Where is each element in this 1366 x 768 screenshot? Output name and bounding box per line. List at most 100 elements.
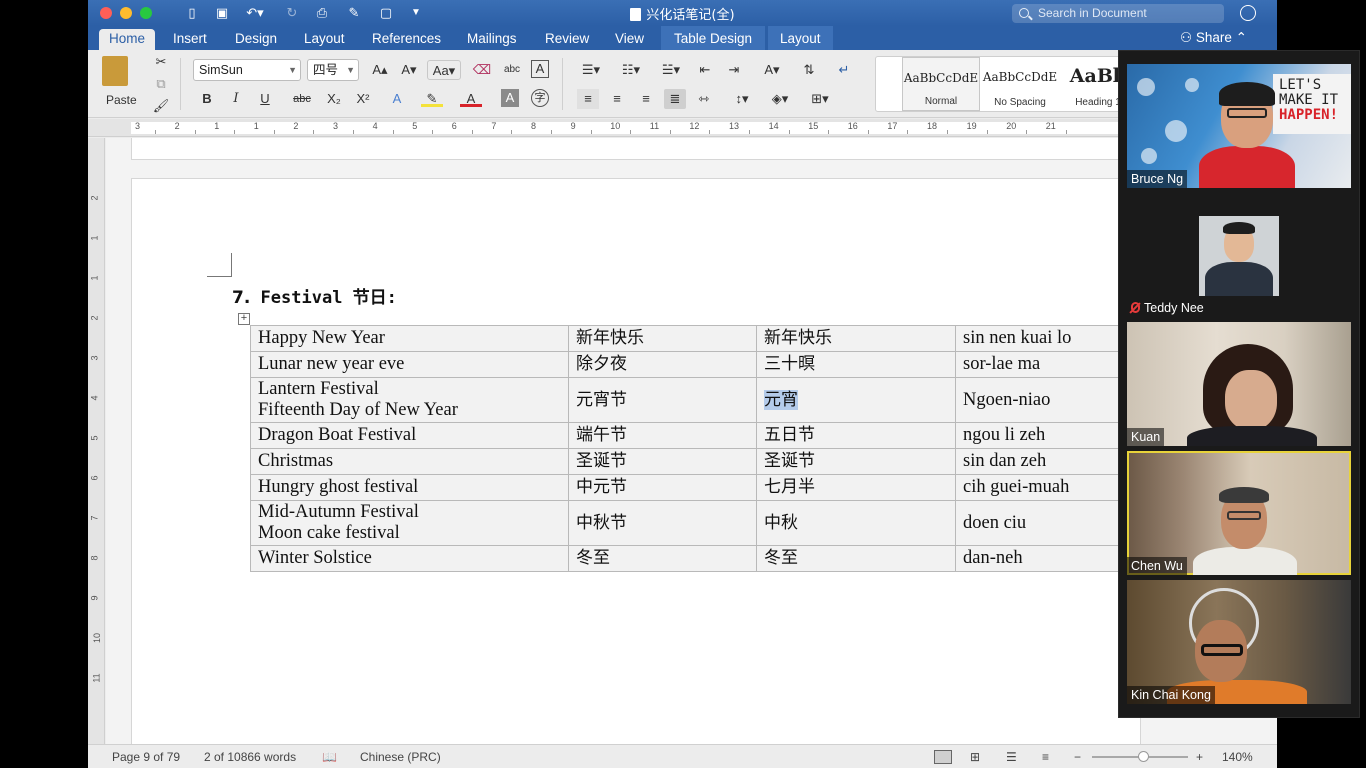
- table-row[interactable]: Winter Solstice 冬至 冬至 dan-neh: [250, 545, 1126, 572]
- format-painter-icon[interactable]: 🖌: [150, 96, 172, 116]
- english-cell[interactable]: Hungry ghost festival: [250, 474, 569, 501]
- tab-view[interactable]: View: [615, 30, 644, 48]
- tab-mailings[interactable]: Mailings: [467, 30, 517, 48]
- puxian-cell[interactable]: 七月半: [756, 474, 956, 501]
- decrease-indent-icon[interactable]: ⇤: [694, 60, 716, 80]
- bullets-icon[interactable]: ☰▾: [574, 60, 608, 80]
- table-row[interactable]: Happy New Year 新年快乐 新年快乐 sin nen kuai lo: [250, 325, 1126, 352]
- outline-icon[interactable]: ☰: [1006, 750, 1017, 764]
- zoom-level[interactable]: 140%: [1222, 750, 1253, 764]
- table-row[interactable]: Mid-Autumn Festival Moon cake festival 中秋节…: [250, 500, 1126, 546]
- mandarin-cell[interactable]: 端午节: [568, 422, 757, 449]
- shading-icon[interactable]: ◈▾: [765, 89, 795, 109]
- page-count[interactable]: Page 9 of 79: [112, 750, 180, 764]
- puxian-cell[interactable]: 中秋: [756, 500, 956, 546]
- zoom-in-icon[interactable]: +: [1196, 750, 1203, 764]
- character-border-icon[interactable]: A: [531, 60, 549, 78]
- english-cell[interactable]: Mid-Autumn Festival Moon cake festival: [250, 500, 569, 546]
- romanization-cell[interactable]: sor-lae ma: [955, 351, 1126, 378]
- superscript-icon[interactable]: X²: [352, 89, 374, 109]
- phonetic-guide-icon[interactable]: abc: [501, 60, 523, 80]
- zoom-out-icon[interactable]: −: [1074, 750, 1081, 764]
- cut-icon[interactable]: ✂: [150, 52, 172, 72]
- print-layout-icon[interactable]: [934, 750, 952, 764]
- romanization-cell[interactable]: ngou li zeh: [955, 422, 1126, 449]
- multilevel-list-icon[interactable]: ☱▾: [654, 60, 688, 80]
- line-spacing-icon[interactable]: ↕▾: [726, 89, 758, 109]
- align-left-icon[interactable]: ≡: [577, 89, 599, 109]
- participant-tile-kin[interactable]: Kin Chai Kong: [1127, 580, 1351, 704]
- mandarin-cell[interactable]: 除夕夜: [568, 351, 757, 378]
- mandarin-cell[interactable]: 中秋节: [568, 500, 757, 546]
- tab-design[interactable]: Design: [235, 30, 277, 48]
- shrink-font-icon[interactable]: A▾: [396, 60, 422, 80]
- festival-table[interactable]: Happy New Year 新年快乐 新年快乐 sin nen kuai lo Lun…: [250, 325, 1126, 572]
- english-cell[interactable]: Lantern Festival Fifteenth Day of New Yea…: [250, 377, 569, 423]
- romanization-cell[interactable]: cih guei-muah: [955, 474, 1126, 501]
- bold-icon[interactable]: B: [196, 89, 218, 109]
- tab-references[interactable]: References: [372, 30, 441, 48]
- zoom-slider-handle[interactable]: [1138, 751, 1149, 762]
- mandarin-cell[interactable]: 元宵节: [568, 377, 757, 423]
- align-right-icon[interactable]: ≡: [635, 89, 657, 109]
- vertical-ruler[interactable]: 2 1 1 2 3 4 5 6 7 8 9 10 11: [88, 138, 105, 744]
- tab-review[interactable]: Review: [545, 30, 589, 48]
- text-effects-icon[interactable]: A: [386, 89, 408, 109]
- participant-tile-teddy[interactable]: Teddy Nee: [1127, 193, 1351, 317]
- increase-indent-icon[interactable]: ⇥: [723, 60, 745, 80]
- web-layout-icon[interactable]: ⊞: [970, 750, 980, 764]
- font-size-select[interactable]: 四号 ▼: [307, 59, 359, 81]
- share-button[interactable]: ⚇ Share ⌃: [1180, 30, 1247, 46]
- align-center-icon[interactable]: ≡: [606, 89, 628, 109]
- tab-table-layout[interactable]: Layout: [768, 26, 833, 50]
- word-count[interactable]: 2 of 10866 words: [204, 750, 296, 764]
- subscript-icon[interactable]: X₂: [323, 89, 345, 109]
- font-name-select[interactable]: SimSun ▼: [193, 59, 301, 81]
- draft-icon[interactable]: ≡: [1042, 750, 1049, 764]
- english-cell[interactable]: Christmas: [250, 448, 569, 475]
- table-move-handle-icon[interactable]: +: [238, 313, 250, 325]
- search-input[interactable]: Search in Document: [1012, 4, 1224, 23]
- romanization-cell[interactable]: doen ciu: [955, 500, 1126, 546]
- mandarin-cell[interactable]: 圣诞节: [568, 448, 757, 475]
- tab-home[interactable]: Home: [99, 29, 156, 50]
- puxian-cell[interactable]: 新年快乐: [756, 325, 956, 352]
- grow-font-icon[interactable]: A▴: [367, 60, 393, 80]
- participant-tile-bruce[interactable]: LET'S MAKE IT HAPPEN! Bruce Ng: [1127, 64, 1351, 188]
- puxian-cell[interactable]: 圣诞节: [756, 448, 956, 475]
- clear-formatting-icon[interactable]: ⌫: [471, 60, 493, 80]
- tab-layout[interactable]: Layout: [304, 30, 345, 48]
- paste-icon[interactable]: [102, 56, 128, 86]
- puxian-cell[interactable]: 三十暝: [756, 351, 956, 378]
- numbering-icon[interactable]: ☷▾: [614, 60, 648, 80]
- horizontal-ruler[interactable]: 3 2 1 1 2 3 4 5 6 7 8 9 10 11 12 13 14 15 16 17 18 19 20 21: [88, 119, 1277, 137]
- puxian-cell[interactable]: 元宵: [756, 377, 956, 423]
- font-color-icon[interactable]: A: [460, 89, 482, 107]
- style-normal[interactable]: AaBbCcDdE Normal: [902, 57, 980, 111]
- borders-icon[interactable]: ⊞▾: [804, 89, 836, 109]
- participant-tile-chen-active-speaker[interactable]: Chen Wu: [1127, 451, 1351, 575]
- highlight-icon[interactable]: ✎: [421, 89, 443, 107]
- language[interactable]: Chinese (PRC): [360, 750, 441, 764]
- change-case-icon[interactable]: Aa▾: [427, 60, 461, 80]
- english-cell[interactable]: Lunar new year eve: [250, 351, 569, 378]
- table-row[interactable]: Lunar new year eve 除夕夜 三十暝 sor-lae ma: [250, 351, 1126, 378]
- document-page[interactable]: 7. Festival 节日: + Happy New Year 新年快乐 新年快乐…: [131, 178, 1141, 744]
- puxian-cell[interactable]: 冬至: [756, 545, 956, 572]
- table-row[interactable]: Dragon Boat Festival 端午节 五日节 ngou li zeh: [250, 422, 1126, 449]
- romanization-cell[interactable]: sin nen kuai lo: [955, 325, 1126, 352]
- puxian-cell[interactable]: 五日节: [756, 422, 956, 449]
- document-canvas[interactable]: 7. Festival 节日: + Happy New Year 新年快乐 新年快乐…: [106, 138, 1277, 744]
- romanization-cell[interactable]: dan-neh: [955, 545, 1126, 572]
- distributed-icon[interactable]: ⇿: [693, 89, 715, 109]
- style-no-spacing[interactable]: AaBbCcDdE No Spacing: [981, 57, 1059, 111]
- english-cell[interactable]: Winter Solstice: [250, 545, 569, 572]
- romanization-cell[interactable]: sin dan zeh: [955, 448, 1126, 475]
- table-row[interactable]: Christmas 圣诞节 圣诞节 sin dan zeh: [250, 448, 1126, 475]
- show-formatting-icon[interactable]: ↵: [833, 60, 855, 80]
- english-cell[interactable]: Dragon Boat Festival: [250, 422, 569, 449]
- sort-icon[interactable]: ⇅: [798, 60, 820, 80]
- asian-layout-icon[interactable]: A▾: [757, 60, 787, 80]
- mandarin-cell[interactable]: 新年快乐: [568, 325, 757, 352]
- tab-table-design[interactable]: Table Design: [661, 26, 766, 50]
